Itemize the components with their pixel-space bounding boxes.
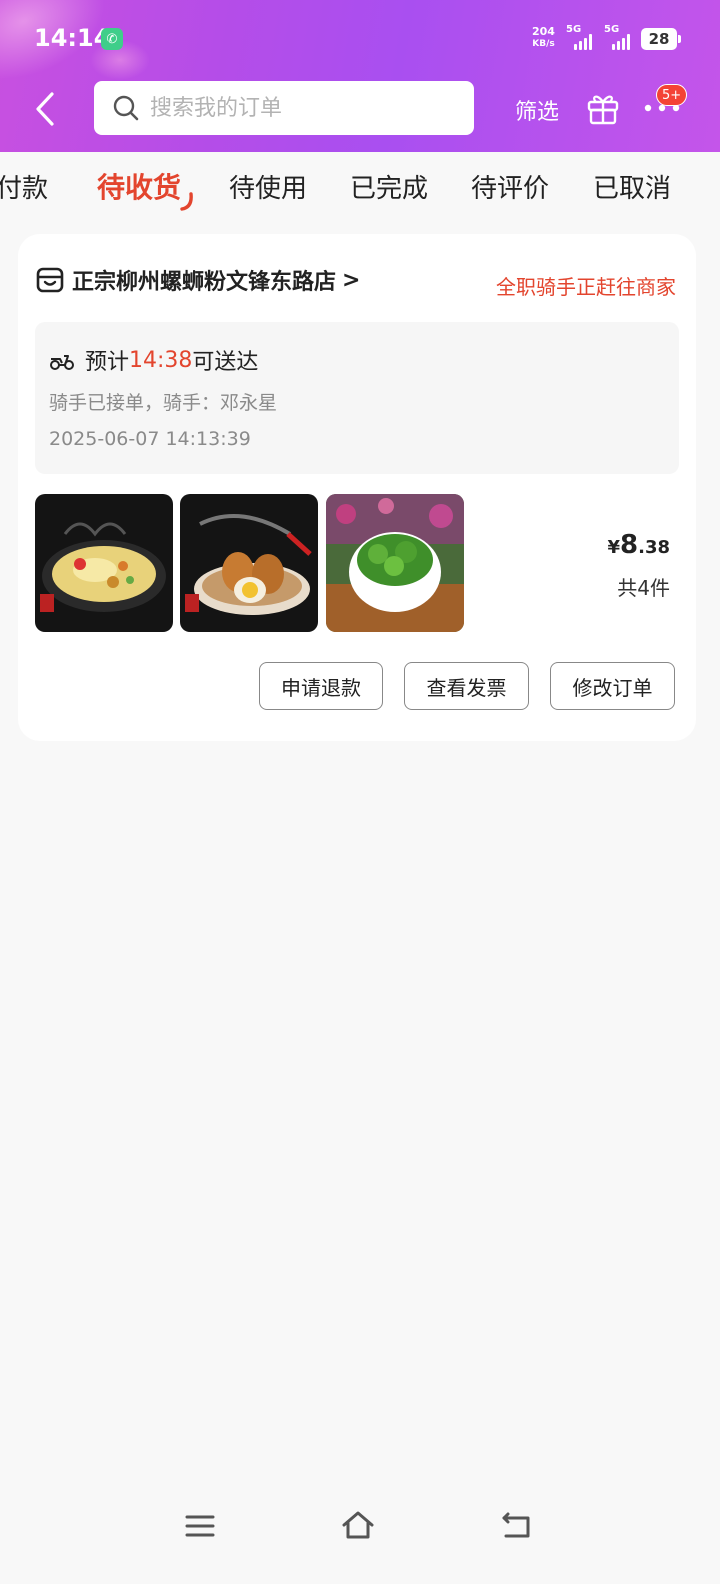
- gift-icon[interactable]: [585, 90, 621, 126]
- menu-icon[interactable]: [182, 1508, 218, 1544]
- chevron-right-icon: >: [342, 267, 361, 293]
- active-tab-indicator: [180, 192, 193, 211]
- search-bar[interactable]: [94, 81, 474, 135]
- rider-info: 骑手已接单，骑手：邓永星: [49, 392, 278, 414]
- delivery-status: 全职骑手正赶往商家: [496, 275, 676, 299]
- network-speed: 204 KB/s: [532, 26, 555, 50]
- search-input[interactable]: [150, 95, 450, 121]
- call-icon: ✆: [101, 28, 123, 50]
- tab-cancelled[interactable]: 已取消: [593, 168, 671, 205]
- status-time: 14:14: [34, 24, 111, 52]
- network-speed-value: 204: [532, 25, 555, 38]
- eta-prefix: 预计: [85, 350, 130, 375]
- home-icon[interactable]: [340, 1508, 376, 1544]
- price-decimal: .38: [638, 537, 670, 558]
- scooter-icon: [50, 355, 74, 370]
- back-icon[interactable]: [30, 88, 64, 130]
- product-image-greens[interactable]: [326, 494, 464, 632]
- order-price: ¥8.38: [607, 530, 670, 560]
- tab-pending-review[interactable]: 待评价: [471, 168, 549, 205]
- store-icon: [36, 267, 64, 293]
- back-nav-icon[interactable]: [498, 1508, 534, 1544]
- product-image-noodles[interactable]: [35, 494, 173, 632]
- eta-row: 预计 14:38 可送达: [49, 344, 258, 376]
- shop-name: 正宗柳州螺蛳粉文锋东路店: [72, 270, 337, 295]
- tab-pending-use[interactable]: 待使用: [229, 168, 307, 205]
- view-invoice-button[interactable]: 查看发票: [404, 662, 529, 710]
- price-integer: 8: [620, 530, 639, 560]
- delivery-info: 预计 14:38 可送达 骑手已接单，骑手：邓永星 2025-06-07 14:…: [35, 322, 679, 474]
- signal-icon: [574, 30, 592, 50]
- order-card[interactable]: 正宗柳州螺蛳粉文锋东路店 > 全职骑手正赶往商家 预计 14:38 可送达 骑手…: [18, 234, 696, 741]
- network-speed-unit: KB/s: [532, 39, 555, 49]
- tab-pending-receipt[interactable]: 待收货: [97, 166, 181, 206]
- item-count: 共4件: [617, 576, 670, 600]
- filter-button[interactable]: 筛选: [515, 94, 559, 126]
- notification-badge: 5+: [656, 84, 688, 106]
- eta-suffix: 可送达: [192, 350, 259, 375]
- battery-indicator: 28: [641, 28, 681, 50]
- modify-order-button[interactable]: 修改订单: [550, 662, 675, 710]
- order-time: 2025-06-07 14:13:39: [49, 428, 251, 450]
- signal-icon: [612, 30, 630, 50]
- tab-pending-payment[interactable]: 付款: [0, 168, 48, 205]
- tab-completed[interactable]: 已完成: [350, 168, 428, 205]
- search-icon: [113, 95, 139, 121]
- product-image-eggs[interactable]: [180, 494, 318, 632]
- shop-link[interactable]: 正宗柳州螺蛳粉文锋东路店 >: [36, 264, 360, 296]
- header-bar: 14:14 ✆ 204 KB/s 5G 5G 28 筛选 5+: [0, 0, 720, 152]
- eta-time: 14:38: [129, 347, 193, 373]
- order-tabs: 付款 待收货 待使用 已完成 待评价 已取消: [0, 152, 720, 222]
- refund-button[interactable]: 申请退款: [259, 662, 383, 710]
- currency-symbol: ¥: [607, 537, 621, 558]
